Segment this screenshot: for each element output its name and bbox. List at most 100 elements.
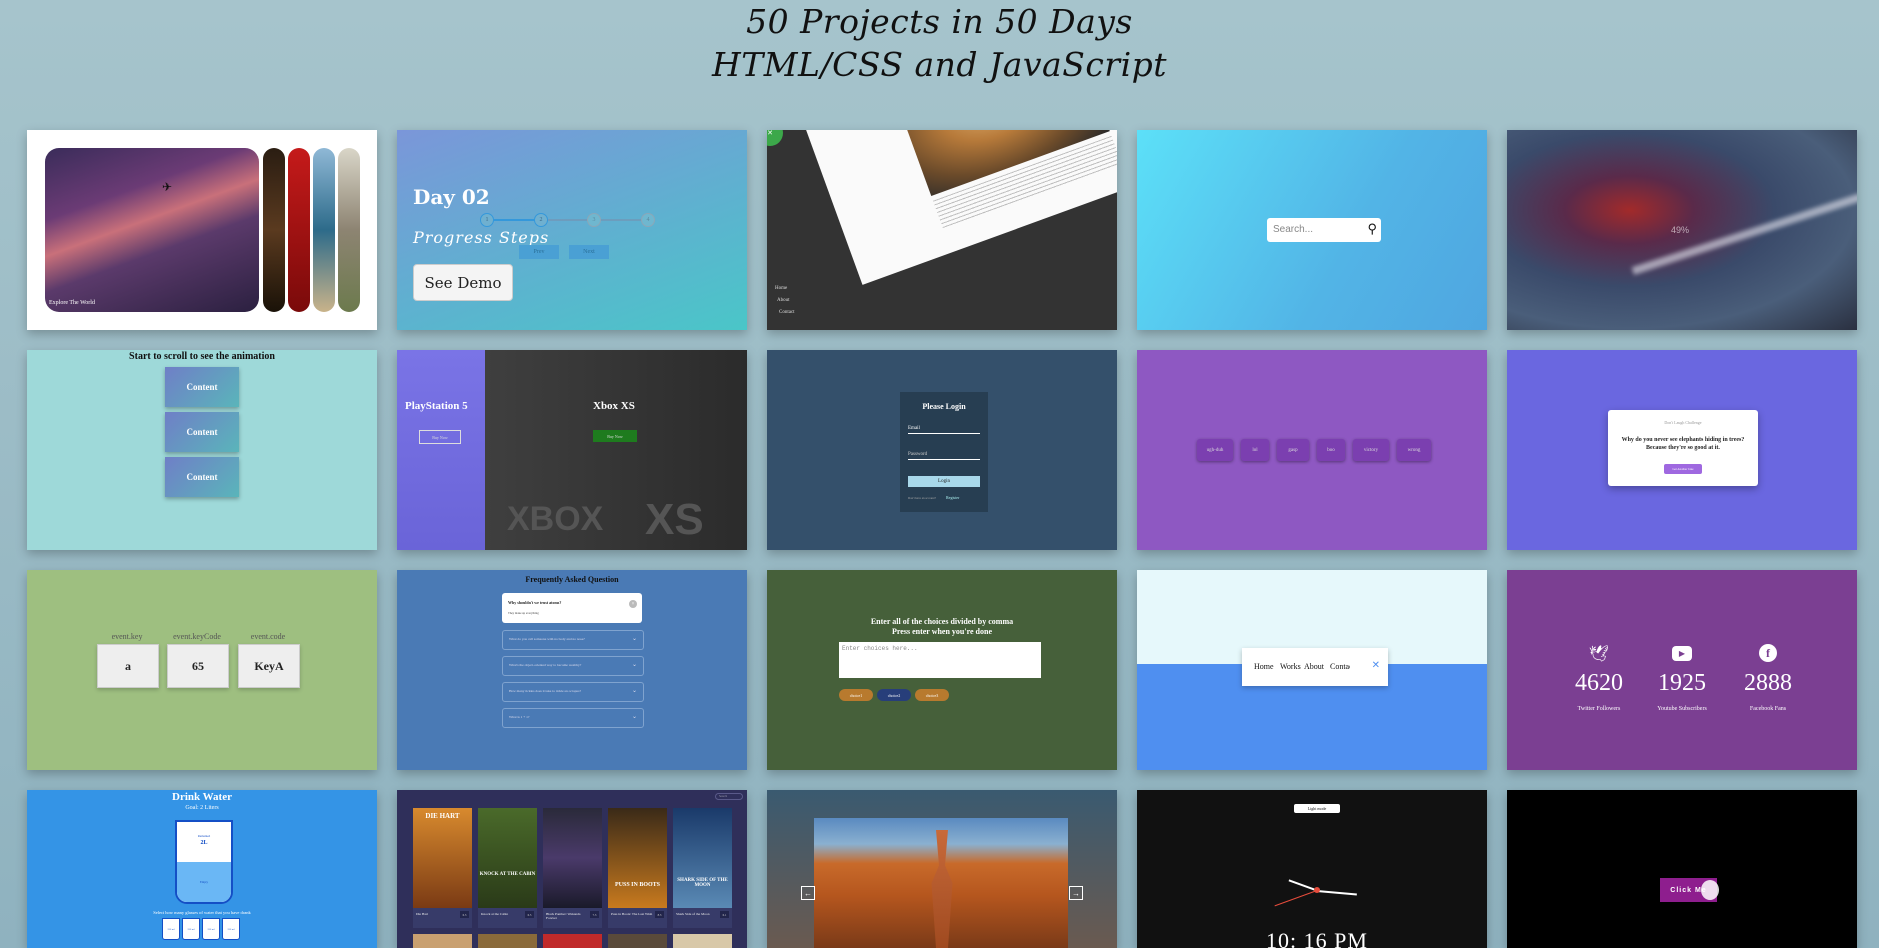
panel-4[interactable]: [313, 148, 335, 312]
see-demo-button[interactable]: See Demo: [413, 264, 513, 301]
project-card-scroll-animation[interactable]: Start to scroll to see the animation Con…: [27, 350, 377, 550]
password-field[interactable]: Password: [908, 452, 980, 460]
email-field[interactable]: Email: [908, 426, 980, 434]
register-link[interactable]: Register: [946, 495, 959, 500]
choice-instruction-1: Enter all of the choices divided by comm…: [870, 617, 1014, 626]
key-label-3: event.code: [250, 632, 286, 641]
arrow-right-button[interactable]: →: [1069, 886, 1083, 900]
remained-label: Remained: [197, 834, 211, 838]
theme-toggle-button[interactable]: Light mode: [1294, 804, 1340, 813]
nav-link-works[interactable]: Works: [1280, 662, 1301, 671]
project-card-progress-steps[interactable]: Day 02 Progress Steps 1 2 3 4 Prev Next …: [397, 130, 747, 330]
movie-card-5[interactable]: SHARK SIDE OF THE MOON Shark Side of the…: [673, 808, 732, 928]
project-card-theme-clock[interactable]: Light mode 10: 16 PM: [1137, 790, 1487, 948]
search-input[interactable]: Search...: [1273, 224, 1313, 235]
choices-textarea[interactable]: Enter choices here...: [839, 642, 1041, 678]
login-button[interactable]: Login: [908, 476, 980, 487]
prev-button[interactable]: Prev: [519, 245, 559, 259]
panel-active[interactable]: [45, 148, 259, 312]
project-card-drink-water[interactable]: Drink Water Goal: 2 Liters Remained 2L E…: [27, 790, 377, 948]
sound-button-gasp[interactable]: gasp: [1277, 439, 1309, 461]
glass-button[interactable]: 250 ml: [162, 918, 180, 940]
joke-panel: Don't Laugh Challenge Why do you never s…: [1608, 410, 1758, 486]
movie-card-2[interactable]: KNOCK AT THE CABIN Knock at the Cabin 6.…: [478, 808, 537, 928]
counter-label-2: Youtube Subscribers: [1657, 706, 1707, 712]
choice-tag-3: choice3: [915, 689, 949, 701]
project-card-faq[interactable]: Frequently Asked Question Why shouldn't …: [397, 570, 747, 770]
next-button[interactable]: Next: [569, 245, 609, 259]
project-card-expanding-cards[interactable]: ✈ Explore The World: [27, 130, 377, 330]
faq-heading: Frequently Asked Question: [525, 575, 619, 584]
search-input[interactable]: Search: [715, 793, 743, 800]
glass-button[interactable]: 250 ml: [222, 918, 240, 940]
project-card-split-landing[interactable]: PlayStation 5 Buy Now Xbox XS Buy Now XB…: [397, 350, 747, 550]
faq-item[interactable]: What do you call someone with no body an…: [502, 630, 644, 650]
panel-5[interactable]: [338, 148, 360, 312]
water-cup: Remained 2L Empty: [175, 820, 233, 904]
counter-label-3: Facebook Fans: [1749, 706, 1787, 712]
faq-question: What do you call someone with no body an…: [509, 637, 585, 641]
movie-title: Black Panther: Wakanda Forever: [546, 912, 581, 920]
project-card-sound-board[interactable]: ugh-duh lol gasp boo victory wrong: [1137, 350, 1487, 550]
search-box[interactable]: Search... ⚲: [1267, 218, 1381, 242]
project-card-button-ripple[interactable]: Click Me: [1507, 790, 1857, 948]
project-card-event-keycodes[interactable]: event.key a event.keyCode 65 event.code …: [27, 570, 377, 770]
facebook-icon: f: [1759, 644, 1777, 662]
sound-button-wrong[interactable]: wrong: [1397, 439, 1431, 461]
movie-rating: 6.1: [720, 911, 729, 918]
sound-button-lol[interactable]: lol: [1241, 439, 1269, 461]
project-card-increment-counter: 🕊 4620 Twitter Followers ▶ 1925 Youtube …: [1507, 570, 1857, 770]
ripple-effect: [1701, 880, 1719, 900]
nav-link-home[interactable]: Home: [1254, 662, 1274, 671]
split-left-title: PlayStation 5: [405, 400, 468, 412]
panel-3[interactable]: [288, 148, 310, 312]
project-card-rotating-nav[interactable]: ✕ Home About Contact: [767, 130, 1117, 330]
faq-item-open[interactable]: Why shouldn't we trust atoms? They make …: [502, 593, 642, 623]
movie-card-3[interactable]: Black Panther: Wakanda Forever 7.3: [543, 808, 602, 928]
nav-about[interactable]: About: [777, 298, 790, 303]
close-icon[interactable]: ✕: [767, 130, 783, 146]
day-label: Day 02: [413, 185, 490, 209]
drink-title: Drink Water: [172, 791, 232, 803]
panel-2[interactable]: [263, 148, 285, 312]
nav-home[interactable]: Home: [775, 286, 787, 291]
xs-logo-text: XS: [645, 495, 704, 544]
glass-button[interactable]: 250 ml: [182, 918, 200, 940]
sound-button-boo[interactable]: boo: [1317, 439, 1345, 461]
counter-value-2: 1925: [1658, 670, 1706, 696]
close-icon[interactable]: ✕: [1372, 660, 1380, 671]
faq-question: How many tickles does it take to tickle …: [509, 689, 582, 693]
clock-time: 10: 16 PM: [1266, 928, 1368, 948]
faq-item[interactable]: How many tickles does it take to tickle …: [502, 682, 644, 702]
search-icon[interactable]: ⚲: [1367, 221, 1377, 237]
faq-item[interactable]: What is 1 + 1? ⌄: [502, 708, 644, 728]
movie-rating: 6.5: [525, 911, 534, 918]
drink-instruction: Select how many glasses of water that yo…: [153, 910, 251, 915]
movie-card-4[interactable]: PUSS IN BOOTS Puss in Boots: The Last Wi…: [608, 808, 667, 928]
project-card-hidden-search[interactable]: Search... ⚲: [1137, 130, 1487, 330]
split-left[interactable]: [397, 350, 485, 550]
sound-button-victory[interactable]: victory: [1353, 439, 1389, 461]
close-icon[interactable]: ×: [629, 600, 637, 608]
project-card-form-wave[interactable]: Please Login Email Password Login Don't …: [767, 350, 1117, 550]
project-card-background-slider[interactable]: ← →: [767, 790, 1117, 948]
sound-button-ugh-duh[interactable]: ugh-duh: [1197, 439, 1233, 461]
clock-minute-hand: [1316, 890, 1357, 895]
nav-contact[interactable]: Contact: [779, 310, 795, 315]
faq-item[interactable]: What's the object-oriented way to become…: [502, 656, 644, 676]
nav-link-about[interactable]: About: [1304, 662, 1324, 671]
content-box-1: Content: [165, 367, 239, 407]
movie-card-1[interactable]: DIE HART Die Hart 6.3: [413, 808, 472, 928]
glass-button[interactable]: 250 ml: [202, 918, 220, 940]
nav-link-contact[interactable]: Contact: [1330, 662, 1350, 671]
get-joke-button[interactable]: Get Another Joke: [1664, 464, 1702, 474]
project-card-random-choice[interactable]: Enter all of the choices divided by comm…: [767, 570, 1117, 770]
buy-ps5-button[interactable]: Buy Now: [419, 430, 461, 444]
buy-xbox-button[interactable]: Buy Now: [593, 430, 637, 442]
arrow-left-button[interactable]: ←: [801, 886, 815, 900]
scroll-heading: Start to scroll to see the animation: [129, 351, 275, 362]
project-card-movie-app[interactable]: Search DIE HART Die Hart 6.3 KNOCK AT TH…: [397, 790, 747, 948]
project-card-dad-jokes[interactable]: Don't Laugh Challenge Why do you never s…: [1507, 350, 1857, 550]
project-card-animated-navigation[interactable]: Home Works About Contact ✕: [1137, 570, 1487, 770]
counter-label-1: Twitter Followers: [1577, 706, 1621, 712]
